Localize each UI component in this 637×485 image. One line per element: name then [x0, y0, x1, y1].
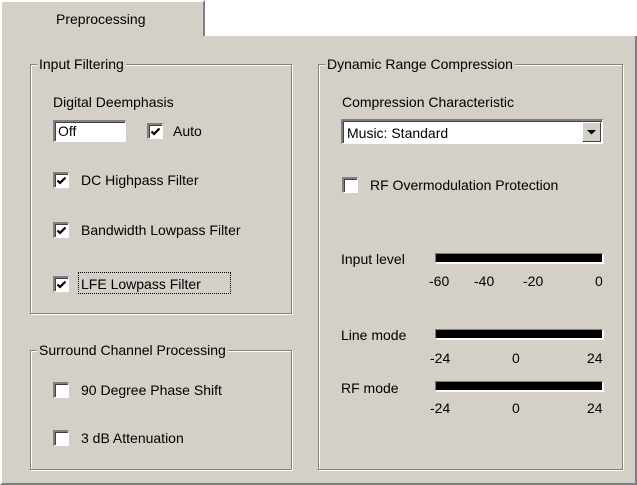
auto-label: Auto	[173, 123, 202, 139]
line-mode-label: Line mode	[341, 327, 407, 343]
attenuation-label: 3 dB Attenuation	[81, 430, 184, 446]
rf-mode-label: RF mode	[341, 380, 399, 396]
input-level-meter	[435, 253, 604, 264]
dc-highpass-checkbox[interactable]	[53, 172, 69, 188]
chevron-down-icon	[587, 130, 596, 135]
bandwidth-lowpass-checkbox[interactable]	[53, 222, 69, 238]
rf-overmodulation-label: RF Overmodulation Protection	[370, 177, 559, 193]
input-level-label: Input level	[341, 251, 405, 267]
checkmark-icon	[56, 226, 67, 235]
compression-characteristic-value: Music: Standard	[347, 125, 449, 141]
bandwidth-lowpass-label: Bandwidth Lowpass Filter	[81, 222, 241, 238]
digital-deemphasis-field[interactable]: Off	[53, 120, 126, 142]
tab-preprocessing[interactable]: Preprocessing	[0, 0, 205, 38]
dc-highpass-label: DC Highpass Filter	[81, 172, 199, 188]
input-filtering-title: Input Filtering	[37, 55, 126, 73]
phase-shift-label: 90 Degree Phase Shift	[81, 382, 222, 398]
rf-mode-tick: 0	[512, 400, 520, 416]
checkmark-icon	[150, 127, 161, 136]
checkmark-icon	[56, 280, 67, 289]
digital-deemphasis-label: Digital Deemphasis	[53, 94, 174, 110]
lfe-lowpass-checkbox[interactable]	[53, 276, 69, 292]
line-mode-meter	[435, 329, 604, 340]
line-mode-tick: 24	[587, 350, 603, 366]
input-level-tick: 0	[595, 273, 603, 289]
dropdown-button[interactable]	[582, 122, 601, 142]
phase-shift-checkbox[interactable]	[53, 382, 69, 398]
rf-mode-tick: -24	[430, 400, 451, 416]
auto-checkbox[interactable]	[147, 123, 163, 139]
checkmark-icon	[56, 176, 67, 185]
input-level-tick: -60	[429, 273, 450, 289]
attenuation-checkbox[interactable]	[53, 430, 69, 446]
drc-title: Dynamic Range Compression	[325, 55, 515, 73]
tab-label: Preprocessing	[56, 11, 146, 27]
line-mode-tick: 0	[512, 350, 520, 366]
compression-characteristic-dropdown[interactable]: Music: Standard	[341, 119, 603, 144]
lfe-lowpass-label: LFE Lowpass Filter	[81, 276, 201, 292]
surround-channel-title: Surround Channel Processing	[37, 341, 228, 359]
input-level-tick: -40	[474, 273, 495, 289]
rf-mode-tick: 24	[587, 400, 603, 416]
rf-overmodulation-checkbox[interactable]	[342, 177, 358, 193]
surround-channel-group: Surround Channel Processing	[30, 341, 292, 470]
compression-characteristic-label: Compression Characteristic	[342, 94, 514, 110]
preprocessing-panel: Input Filtering Digital Deemphasis Off A…	[0, 36, 637, 485]
input-level-tick: -20	[523, 273, 544, 289]
digital-deemphasis-value: Off	[58, 123, 77, 139]
rf-mode-meter	[435, 381, 604, 392]
line-mode-tick: -24	[430, 350, 451, 366]
